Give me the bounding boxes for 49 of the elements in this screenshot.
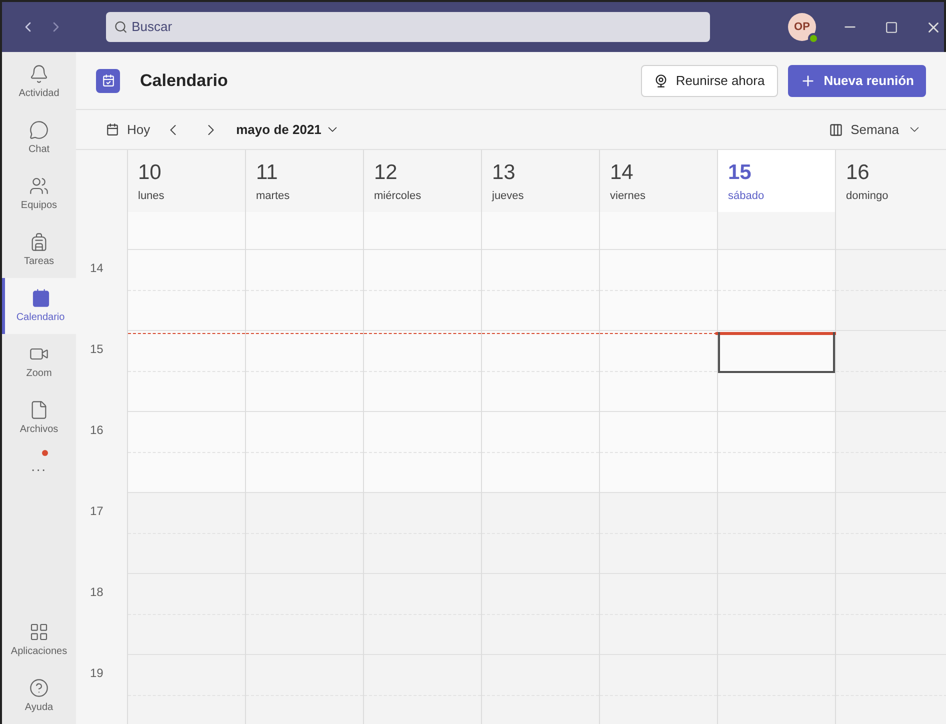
search-field[interactable]: Buscar [106,12,710,42]
time-slot[interactable] [718,331,835,412]
sidebar-item[interactable]: Zoom [2,334,76,390]
hour-label: 18 [90,585,104,599]
sidebar-item[interactable]: Calendario [2,278,76,334]
sidebar-item[interactable]: Chat [2,110,76,166]
day-header[interactable]: 16 domingo [836,150,946,212]
apps-icon [29,622,49,642]
view-picker[interactable]: Semana [828,120,922,140]
hour-label: 17 [90,504,104,518]
calendar-app-icon [96,68,120,92]
search-icon [114,20,128,34]
day-header[interactable]: 14 viernes [600,150,717,212]
file-icon [29,400,49,420]
day-header[interactable]: 15 sábado [718,150,835,212]
webcam-icon [654,74,668,88]
more-button[interactable]: ... [2,446,76,486]
day-header[interactable]: 10 lunes [128,150,245,212]
sidebar-item[interactable]: Archivos [2,390,76,446]
avatar[interactable]: OP [788,13,816,41]
bell-icon [29,64,49,84]
day-header[interactable]: 13 jueves [482,150,599,212]
page-title: Calendario [140,70,228,92]
help-icon [29,678,49,698]
calendar-icon [106,123,119,136]
sidebar-item[interactable]: Actividad [2,54,76,110]
today-button[interactable]: Hoy [106,120,150,140]
day-header[interactable]: 12 miércoles [364,150,481,212]
columns-icon [828,122,843,136]
hour-label: 15 [90,342,104,356]
search-input[interactable]: Buscar [132,17,702,37]
maximize-icon[interactable] [885,20,898,34]
hour-label: 19 [90,666,104,680]
hour-label: 16 [90,423,104,437]
backpack-icon [29,232,49,252]
meet-now-button[interactable]: Reunirse ahora [640,64,778,96]
new-meeting-button[interactable]: Nueva reunión [788,64,926,96]
day-header[interactable]: 11 martes [246,150,363,212]
selected-time-slot[interactable] [718,332,835,373]
hour-label: 14 [90,261,104,275]
sidebar-item[interactable]: Ayuda [2,668,76,724]
people-icon [29,176,49,196]
sidebar-item[interactable]: Equipos [2,166,76,222]
sidebar-item[interactable]: Tareas [2,222,76,278]
chat-icon [29,120,49,140]
month-picker[interactable]: mayo de 2021 [236,120,340,140]
sidebar-item[interactable]: Aplicaciones [2,612,76,668]
calendar-icon [30,288,50,308]
plus-icon [800,72,816,88]
